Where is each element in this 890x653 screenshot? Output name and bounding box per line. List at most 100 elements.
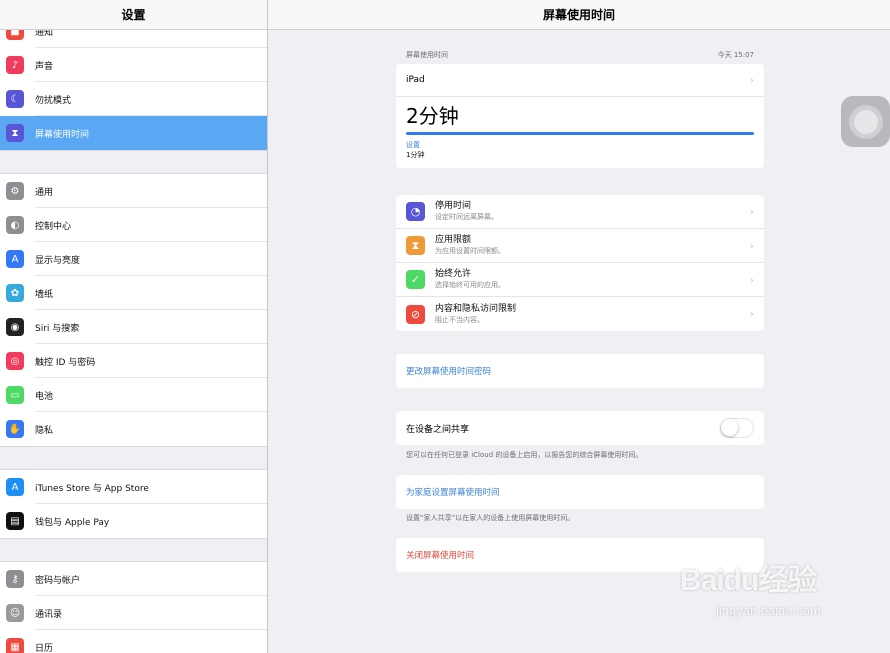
sidebar-item[interactable]: ⚙ 通用 <box>0 174 267 208</box>
sidebar-item[interactable]: ◉ Siri 与搜索 <box>0 310 267 344</box>
sound-icon: ♪ <box>6 56 24 74</box>
sidebar-item[interactable]: ☺ 通讯录 <box>0 596 267 630</box>
sidebar-item-label: 勿扰模式 <box>35 95 72 106</box>
section-label: 屏幕使用时间 <box>406 51 448 59</box>
usage-bar <box>406 132 754 135</box>
app-store-icon: A <box>6 478 24 496</box>
sidebar-item[interactable]: ♪ 声音 <box>0 48 267 82</box>
sidebar-list: ■ 通知 ♪ 声音 ☾ 勿扰模式 ⧗ 屏幕使用时间 ⚙ 通用 ◐ 控制中心 A 显示与亮度 ✿ 墙纸 ◉ Siri… <box>0 13 267 653</box>
share-toggle[interactable] <box>720 418 754 438</box>
sidebar-item[interactable]: ✋ 隐私 <box>0 412 267 446</box>
share-label: 在设备之间共享 <box>406 424 470 435</box>
sidebar-item-label: 屏幕使用时间 <box>35 129 90 140</box>
sidebar-item[interactable]: A 显示与亮度 <box>0 242 267 276</box>
options-list: ◔ 停用时间 设定时间远离屏幕。 › ⧗ 应用限额 为应用设置时间限额。 › ✓ 始终允许 选择始终… <box>396 195 764 331</box>
baidu-watermark: Baidu经验 jingyan.baidu.com <box>680 555 880 635</box>
battery-icon: ▭ <box>6 386 24 404</box>
sidebar-item-label: 日历 <box>35 643 54 653</box>
sidebar-item-label: Siri 与搜索 <box>35 323 80 334</box>
option-row[interactable]: ✓ 始终允许 选择始终可用的应用。 › <box>396 263 764 297</box>
sidebar-item-label: iTunes Store 与 App Store <box>35 483 149 494</box>
siri-icon: ◉ <box>6 318 24 336</box>
sidebar-item[interactable]: ▭ 电池 <box>0 378 267 412</box>
change-passcode-button[interactable]: 更改屏幕使用时间密码 <box>396 354 764 388</box>
device-name: iPad <box>406 75 425 85</box>
family-setup-label: 为家庭设置屏幕使用时间 <box>406 488 500 498</box>
option-text: 停用时间 设定时间远离屏幕。 <box>435 201 498 222</box>
option-row[interactable]: ◔ 停用时间 设定时间远离屏幕。 › <box>396 195 764 229</box>
assistive-touch-dot <box>853 109 878 134</box>
change-passcode-label: 更改屏幕使用时间密码 <box>406 367 492 377</box>
category-time: 1分钟 <box>406 151 425 159</box>
wallet-icon: ▤ <box>6 512 24 530</box>
family-footnote: 设置“家人共享”以在家人的设备上使用屏幕使用时间。 <box>406 514 575 522</box>
sidebar-group: ⚙ 通用 ◐ 控制中心 A 显示与亮度 ✿ 墙纸 ◉ Siri 与搜索 ◎ 触控 ID 与密码 ▭ 电池 ✋… <box>0 173 267 447</box>
toggle-knob <box>721 419 738 436</box>
usage-card[interactable]: iPad › 2分钟 设置 1分钟 <box>396 64 764 168</box>
sidebar-item[interactable]: AiTunes Store 与 App Store <box>0 470 267 504</box>
sidebar-item[interactable]: ☾ 勿扰模式 <box>0 82 267 116</box>
wallpaper-icon: ✿ <box>6 284 24 302</box>
hourglass-icon: ⧗ <box>6 124 24 142</box>
checkmark-icon: ✓ <box>406 270 425 289</box>
sidebar-item[interactable]: ◐ 控制中心 <box>0 208 267 242</box>
sidebar-item-label: 钱包与 Apple Pay <box>35 517 110 528</box>
contacts-icon: ☺ <box>6 604 24 622</box>
share-footnote: 您可以在任何已登录 iCloud 的设备上启用，以报告您的综合屏幕使用时间。 <box>406 451 643 459</box>
watermark-logo-text: Baidu经验 <box>680 564 817 597</box>
option-text: 内容和隐私访问限制 阻止不当内容。 <box>435 304 516 325</box>
sidebar-item-label: 控制中心 <box>35 221 72 232</box>
option-subtitle: 设定时间远离屏幕。 <box>435 213 498 221</box>
option-title: 内容和隐私访问限制 <box>435 303 517 314</box>
chevron-right-icon: › <box>749 307 754 321</box>
total-usage: 2分钟 <box>406 104 459 128</box>
sidebar-item[interactable]: ✿ 墙纸 <box>0 276 267 310</box>
watermark-url: jingyan.baidu.com <box>716 603 821 618</box>
sidebar-item-label: 通讯录 <box>35 609 63 620</box>
sidebar-title: 设置 <box>0 0 267 30</box>
sidebar-item-label: 隐私 <box>35 425 54 436</box>
sidebar-item[interactable]: ◎ 触控 ID 与密码 <box>0 344 267 378</box>
control-center-icon: ◐ <box>6 216 24 234</box>
downtime-icon: ◔ <box>406 202 425 221</box>
key-icon: ⚷ <box>6 570 24 588</box>
sidebar-group: ■ 通知 ♪ 声音 ☾ 勿扰模式 ⧗ 屏幕使用时间 <box>0 13 267 151</box>
category-label: 设置 <box>406 141 420 149</box>
option-title: 始终允许 <box>435 269 472 279</box>
fingerprint-icon: ◎ <box>6 352 24 370</box>
option-text: 应用限额 为应用设置时间限额。 <box>435 235 505 256</box>
chevron-right-icon: › <box>749 239 754 252</box>
chevron-right-icon: › <box>749 273 754 286</box>
family-setup-button[interactable]: 为家庭设置屏幕使用时间 <box>396 475 764 509</box>
sidebar-item-label: 触控 ID 与密码 <box>35 357 96 368</box>
restrict-icon: ⊘ <box>406 304 425 324</box>
sidebar-item[interactable]: ⧗ 屏幕使用时间 <box>0 116 267 150</box>
assistive-touch-ring <box>848 104 883 139</box>
option-subtitle: 阻止不当内容。 <box>435 315 484 324</box>
moon-icon: ☾ <box>6 90 24 108</box>
usage-summary-section: 屏幕使用时间 今天 15:07 iPad › 2分钟 设置 1分钟 <box>396 48 764 168</box>
sidebar-item[interactable]: ▦ 日历 <box>0 630 267 653</box>
option-row[interactable]: ⧗ 应用限额 为应用设置时间限额。 › <box>396 229 764 263</box>
sidebar-group: AiTunes Store 与 App Store ▤ 钱包与 Apple Pay <box>0 469 267 539</box>
display-icon: A <box>6 250 24 268</box>
assistive-touch-button[interactable] <box>841 96 890 147</box>
sidebar-item-label: 显示与亮度 <box>35 255 81 266</box>
option-row[interactable]: ⊘ 内容和隐私访问限制 阻止不当内容。 › <box>396 297 764 331</box>
device-row[interactable]: iPad › <box>396 64 764 97</box>
hand-icon: ✋ <box>6 420 24 438</box>
sidebar-item-label: 密码与帐户 <box>35 575 81 586</box>
sidebar-item[interactable]: ⚷ 密码与帐户 <box>0 562 267 596</box>
calendar-icon: ▦ <box>6 638 24 653</box>
settings-sidebar: 设置 ■ 通知 ♪ 声音 ☾ 勿扰模式 ⧗ 屏幕使用时间 ⚙ 通用 ◐ 控制中心 A 显示与亮度 ✿ 墙纸 ◉ S… <box>0 0 268 653</box>
sidebar-group: ⚷ 密码与帐户 ☺ 通讯录 ▦ 日历 <box>0 561 267 653</box>
sidebar-item[interactable]: ▤ 钱包与 Apple Pay <box>0 504 267 538</box>
sidebar-item-label: 墙纸 <box>35 289 54 300</box>
sidebar-item-label: 电池 <box>35 391 54 402</box>
hourglass-icon: ⧗ <box>406 236 425 255</box>
sidebar-item-label: 通用 <box>35 187 54 198</box>
chevron-right-icon: › <box>749 73 754 87</box>
